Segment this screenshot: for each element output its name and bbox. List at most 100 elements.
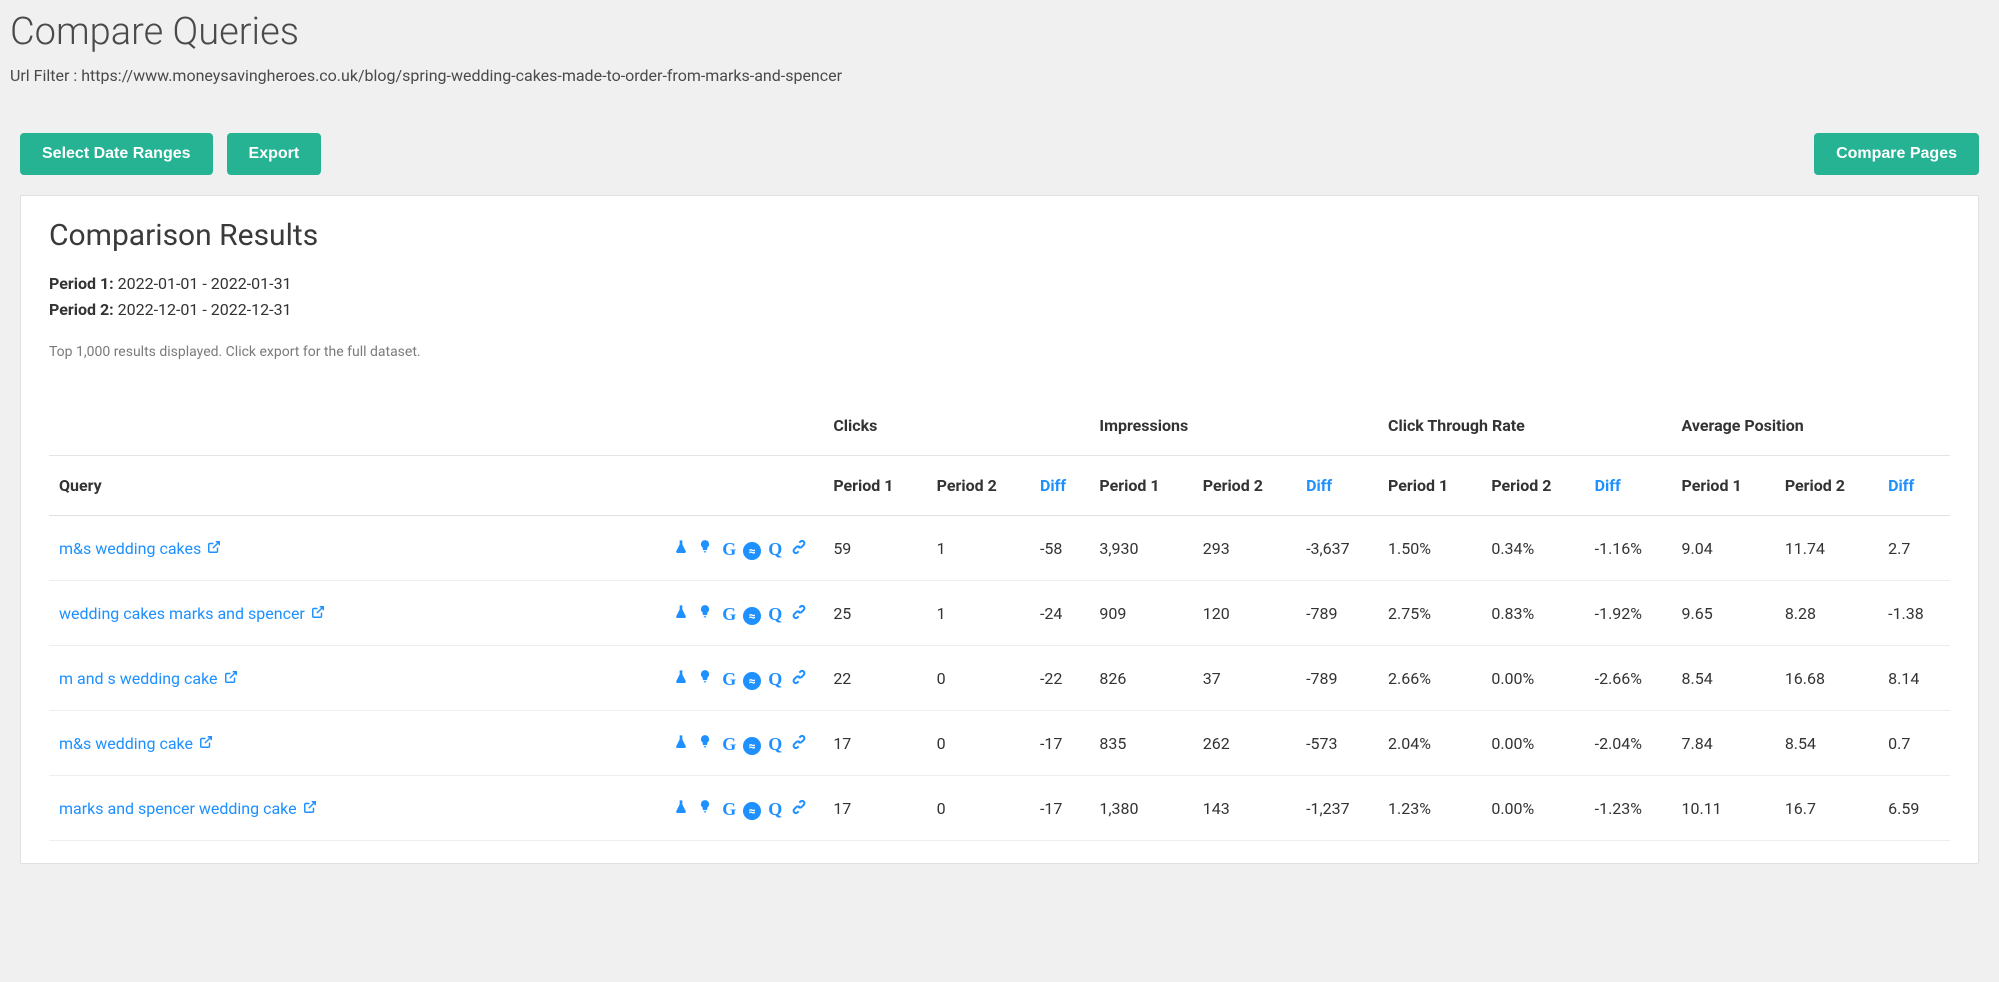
flask-icon[interactable] (671, 732, 691, 752)
col-impressions-p1[interactable]: Period 1 (1089, 456, 1192, 516)
external-link-icon[interactable] (311, 605, 325, 619)
quora-icon[interactable]: Q (765, 670, 785, 690)
col-group-clicks[interactable]: Clicks (823, 396, 1089, 456)
query-link[interactable]: m and s wedding cake (59, 669, 238, 688)
period2-label: Period 2: (49, 300, 114, 319)
clicks-p2: 0 (927, 646, 1030, 711)
reddit-icon[interactable]: ≈ (743, 607, 761, 625)
col-position-p2[interactable]: Period 2 (1775, 456, 1878, 516)
clicks-diff: -17 (1030, 776, 1089, 841)
external-link-icon[interactable] (303, 800, 317, 814)
impressions-diff: -789 (1296, 581, 1378, 646)
google-icon[interactable]: G (719, 540, 739, 560)
impressions-p2: 293 (1193, 516, 1296, 581)
table-row: marks and spencer wedding cakeG≈Q170-171… (49, 776, 1950, 841)
query-link[interactable]: marks and spencer wedding cake (59, 799, 317, 818)
impressions-p2: 262 (1193, 711, 1296, 776)
impressions-p1: 1,380 (1089, 776, 1192, 841)
bulb-icon[interactable] (695, 536, 715, 556)
col-clicks-p1[interactable]: Period 1 (823, 456, 926, 516)
clicks-p1: 25 (823, 581, 926, 646)
reddit-icon[interactable]: ≈ (743, 802, 761, 820)
link-icon[interactable] (789, 602, 809, 622)
google-icon[interactable]: G (719, 670, 739, 690)
compare-pages-button[interactable]: Compare Pages (1814, 133, 1979, 175)
ctr-p1: 1.23% (1378, 776, 1481, 841)
select-date-ranges-button[interactable]: Select Date Ranges (20, 133, 213, 175)
quora-icon[interactable]: Q (765, 605, 785, 625)
flask-icon[interactable] (671, 602, 691, 622)
link-icon[interactable] (789, 732, 809, 752)
clicks-diff: -24 (1030, 581, 1089, 646)
ctr-diff: -2.66% (1585, 646, 1672, 711)
ctr-p2: 0.00% (1481, 711, 1584, 776)
ctr-diff: -2.04% (1585, 711, 1672, 776)
external-link-icon[interactable] (207, 540, 221, 554)
results-table: Clicks Impressions Click Through Rate Av… (49, 396, 1950, 841)
external-link-icon[interactable] (199, 735, 213, 749)
clicks-p1: 17 (823, 711, 926, 776)
col-impressions-diff[interactable]: Diff (1296, 456, 1378, 516)
position-p1: 9.65 (1671, 581, 1774, 646)
clicks-p2: 0 (927, 711, 1030, 776)
external-link-icon[interactable] (224, 670, 238, 684)
quora-icon[interactable]: Q (765, 800, 785, 820)
quora-icon[interactable]: Q (765, 540, 785, 560)
ctr-p2: 0.00% (1481, 646, 1584, 711)
position-p2: 8.54 (1775, 711, 1878, 776)
col-position-diff[interactable]: Diff (1878, 456, 1950, 516)
export-button[interactable]: Export (227, 133, 322, 175)
tool-icons: G≈Q (657, 581, 823, 646)
table-row: m&s wedding cakeG≈Q170-17835262-5732.04%… (49, 711, 1950, 776)
link-icon[interactable] (789, 797, 809, 817)
quora-icon[interactable]: Q (765, 735, 785, 755)
clicks-p2: 1 (927, 581, 1030, 646)
query-link[interactable]: m&s wedding cakes (59, 539, 221, 558)
col-impressions-p2[interactable]: Period 2 (1193, 456, 1296, 516)
col-group-position[interactable]: Average Position (1671, 396, 1950, 456)
reddit-icon[interactable]: ≈ (743, 737, 761, 755)
reddit-icon[interactable]: ≈ (743, 672, 761, 690)
position-p2: 8.28 (1775, 581, 1878, 646)
col-query[interactable]: Query (49, 456, 657, 516)
reddit-icon[interactable]: ≈ (743, 542, 761, 560)
bulb-icon[interactable] (695, 601, 715, 621)
col-clicks-diff[interactable]: Diff (1030, 456, 1089, 516)
ctr-p2: 0.83% (1481, 581, 1584, 646)
flask-icon[interactable] (671, 537, 691, 557)
ctr-p1: 1.50% (1378, 516, 1481, 581)
bulb-icon[interactable] (695, 731, 715, 751)
link-icon[interactable] (789, 537, 809, 557)
url-filter-value: https://www.moneysavingheroes.co.uk/blog… (81, 66, 842, 85)
col-clicks-p2[interactable]: Period 2 (927, 456, 1030, 516)
google-icon[interactable]: G (719, 735, 739, 755)
bulb-icon[interactable] (695, 796, 715, 816)
clicks-p1: 59 (823, 516, 926, 581)
col-ctr-p1[interactable]: Period 1 (1378, 456, 1481, 516)
impressions-diff: -573 (1296, 711, 1378, 776)
link-icon[interactable] (789, 667, 809, 687)
flask-icon[interactable] (671, 667, 691, 687)
url-filter: Url Filter : https://www.moneysavinghero… (10, 66, 1989, 85)
ctr-diff: -1.23% (1585, 776, 1672, 841)
page-title: Compare Queries (10, 10, 1989, 54)
col-ctr-p2[interactable]: Period 2 (1481, 456, 1584, 516)
clicks-diff: -17 (1030, 711, 1089, 776)
bulb-icon[interactable] (695, 666, 715, 686)
col-ctr-diff[interactable]: Diff (1585, 456, 1672, 516)
clicks-p1: 17 (823, 776, 926, 841)
col-group-ctr[interactable]: Click Through Rate (1378, 396, 1671, 456)
tool-icons: G≈Q (657, 776, 823, 841)
position-p1: 8.54 (1671, 646, 1774, 711)
query-link[interactable]: m&s wedding cake (59, 734, 213, 753)
col-position-p1[interactable]: Period 1 (1671, 456, 1774, 516)
flask-icon[interactable] (671, 797, 691, 817)
period2-value: 2022-12-01 - 2022-12-31 (118, 300, 292, 319)
query-link[interactable]: wedding cakes marks and spencer (59, 604, 325, 623)
google-icon[interactable]: G (719, 800, 739, 820)
impressions-p1: 909 (1089, 581, 1192, 646)
google-icon[interactable]: G (719, 605, 739, 625)
position-p2: 11.74 (1775, 516, 1878, 581)
impressions-diff: -1,237 (1296, 776, 1378, 841)
col-group-impressions[interactable]: Impressions (1089, 396, 1378, 456)
